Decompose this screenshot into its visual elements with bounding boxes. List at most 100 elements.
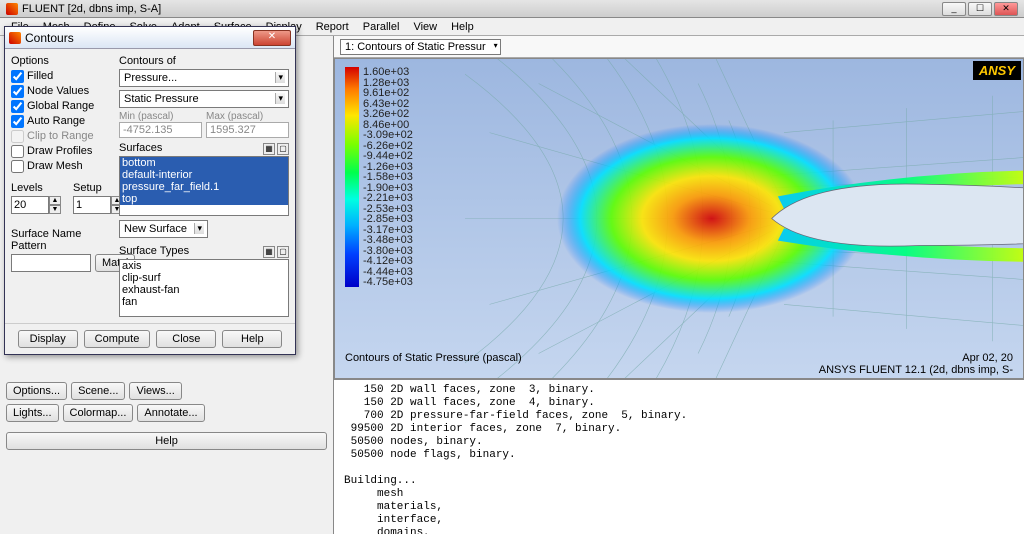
surfaces-deselect-icon[interactable]: ▢ [277,143,289,155]
lights-button[interactable]: Lights... [6,404,59,422]
dialog-title: Contours [25,31,253,45]
close-button[interactable]: ✕ [994,2,1018,16]
setup-label: Setup [73,182,123,194]
levels-label: Levels [11,182,61,194]
surface-types-listbox[interactable]: axis clip-surf exhaust-fan fan [119,259,289,317]
check-auto-range[interactable]: Auto Range [11,114,111,129]
compute-button[interactable]: Compute [84,330,151,348]
surface-item-default-interior[interactable]: default-interior [120,169,288,181]
main-column: Contours of Pressure... Static Pressure … [119,55,289,317]
min-input [119,122,202,138]
dialog-buttons: Display Compute Close Help [5,323,295,354]
viz-footer-right: Apr 02, 20 ANSYS FLUENT 12.1 (2d, dbns i… [819,352,1013,376]
types-deselect-icon[interactable]: ▢ [277,246,289,258]
view-selector[interactable]: 1: Contours of Static Pressur [340,39,501,55]
type-axis[interactable]: axis [120,260,288,272]
surface-item-pressure-far-field[interactable]: pressure_far_field.1 [120,181,288,193]
graphics-buttons-row1: Options... Scene... Views... [6,382,327,400]
pattern-label: Surface Name Pattern [11,228,91,252]
cb-l10: -1.58e+03 [363,172,413,183]
types-select-all-icon[interactable]: ▦ [263,246,275,258]
cb-l14: -2.85e+03 [363,214,413,225]
help-button-dlg[interactable]: Help [222,330,282,348]
max-input [206,122,289,138]
minimize-button[interactable]: _ [942,2,966,16]
surface-types-header: Surface Types ▦ ▢ [119,245,289,259]
levels-setup-row: Levels ▲▼ Setup ▲▼ [11,182,111,214]
colorbar-gradient [345,67,359,287]
dialog-close-button[interactable]: ✕ [253,30,291,46]
options-label: Options [11,55,111,67]
setup-spinner[interactable]: ▲▼ [73,196,123,214]
cb-l20: -4.75e+03 [363,277,413,288]
cb-l8: -9.44e+02 [363,151,413,162]
levels-down-icon[interactable]: ▼ [49,205,61,214]
surfaces-select-all-icon[interactable]: ▦ [263,143,275,155]
colormap-button[interactable]: Colormap... [63,404,134,422]
dialog-body: Options Filled Node Values Global Range … [5,49,295,323]
main-title: FLUENT [2d, dbns imp, S-A] [22,3,942,15]
levels-up-icon[interactable]: ▲ [49,196,61,205]
menu-parallel[interactable]: Parallel [356,19,407,35]
variable-category-combo[interactable]: Pressure... [119,69,289,87]
graphics-buttons-row2: Lights... Colormap... Annotate... [6,404,327,422]
min-label: Min (pascal) [119,111,202,122]
contours-dialog: Contours ✕ Options Filled Node Values Gl… [4,26,296,355]
type-exhaust-fan[interactable]: exhaust-fan [120,284,288,296]
pattern-input[interactable] [11,254,91,272]
surface-types-label: Surface Types [119,245,263,257]
cb-l6: -3.09e+02 [363,130,413,141]
display-button[interactable]: Display [18,330,78,348]
contours-of-label: Contours of [119,55,289,67]
check-draw-profiles[interactable]: Draw Profiles [11,144,111,159]
levels-input[interactable] [11,196,49,214]
levels-spinner[interactable]: ▲▼ [11,196,61,214]
window-buttons: _ ☐ ✕ [942,2,1018,16]
surfaces-label: Surfaces [119,142,263,154]
surfaces-listbox[interactable]: bottom default-interior pressure_far_fie… [119,156,289,216]
colorbar-labels: 1.60e+03 1.28e+03 9.61e+02 6.43e+02 3.26… [363,67,413,288]
cb-l4: 3.26e+02 [363,109,413,120]
options-button[interactable]: Options... [6,382,67,400]
new-surface-combo[interactable]: New Surface [119,220,208,238]
viz-footer-title: Contours of Static Pressure (pascal) [345,352,522,376]
cb-l2: 9.61e+02 [363,88,413,99]
check-clip-to-range: Clip to Range [11,129,111,144]
menu-help[interactable]: Help [444,19,481,35]
viz-footer: Contours of Static Pressure (pascal) Apr… [345,352,1013,376]
viz-footer-date: Apr 02, 20 [819,352,1013,364]
options-column: Options Filled Node Values Global Range … [11,55,111,317]
console-output[interactable]: 150 2D wall faces, zone 3, binary. 150 2… [334,379,1024,534]
cb-l18: -4.12e+03 [363,256,413,267]
min-max-row: Min (pascal) Max (pascal) [119,111,289,138]
type-clip-surf[interactable]: clip-surf [120,272,288,284]
cb-l12: -2.21e+03 [363,193,413,204]
annotate-button[interactable]: Annotate... [137,404,204,422]
setup-input[interactable] [73,196,111,214]
menu-view[interactable]: View [406,19,444,35]
variable-combo[interactable]: Static Pressure [119,90,289,108]
type-fan[interactable]: fan [120,296,288,308]
surface-item-bottom[interactable]: bottom [120,157,288,169]
scene-button[interactable]: Scene... [71,382,125,400]
menu-report[interactable]: Report [309,19,356,35]
pattern-row: Surface Name Pattern Match [11,228,111,272]
check-node-values[interactable]: Node Values [11,84,111,99]
help-button[interactable]: Help [6,432,327,450]
viz-area[interactable]: ANSY 1.60e+03 1.28e+03 9.61e+02 6.43e+02… [334,58,1024,379]
dialog-logo-icon [9,32,21,44]
fluent-logo-icon [6,3,18,15]
close-button-dlg[interactable]: Close [156,330,216,348]
dialog-titlebar[interactable]: Contours ✕ [5,27,295,49]
check-global-range[interactable]: Global Range [11,99,111,114]
check-draw-mesh[interactable]: Draw Mesh [11,159,111,174]
check-filled[interactable]: Filled [11,69,111,84]
max-label: Max (pascal) [206,111,289,122]
options-checklist: Filled Node Values Global Range Auto Ran… [11,69,111,174]
surface-item-top[interactable]: top [120,193,288,205]
viz-toolbar: 1: Contours of Static Pressur [334,36,1024,58]
main-titlebar: FLUENT [2d, dbns imp, S-A] _ ☐ ✕ [0,0,1024,18]
maximize-button[interactable]: ☐ [968,2,992,16]
views-button[interactable]: Views... [129,382,181,400]
viz-footer-app: ANSYS FLUENT 12.1 (2d, dbns imp, S- [819,364,1013,376]
